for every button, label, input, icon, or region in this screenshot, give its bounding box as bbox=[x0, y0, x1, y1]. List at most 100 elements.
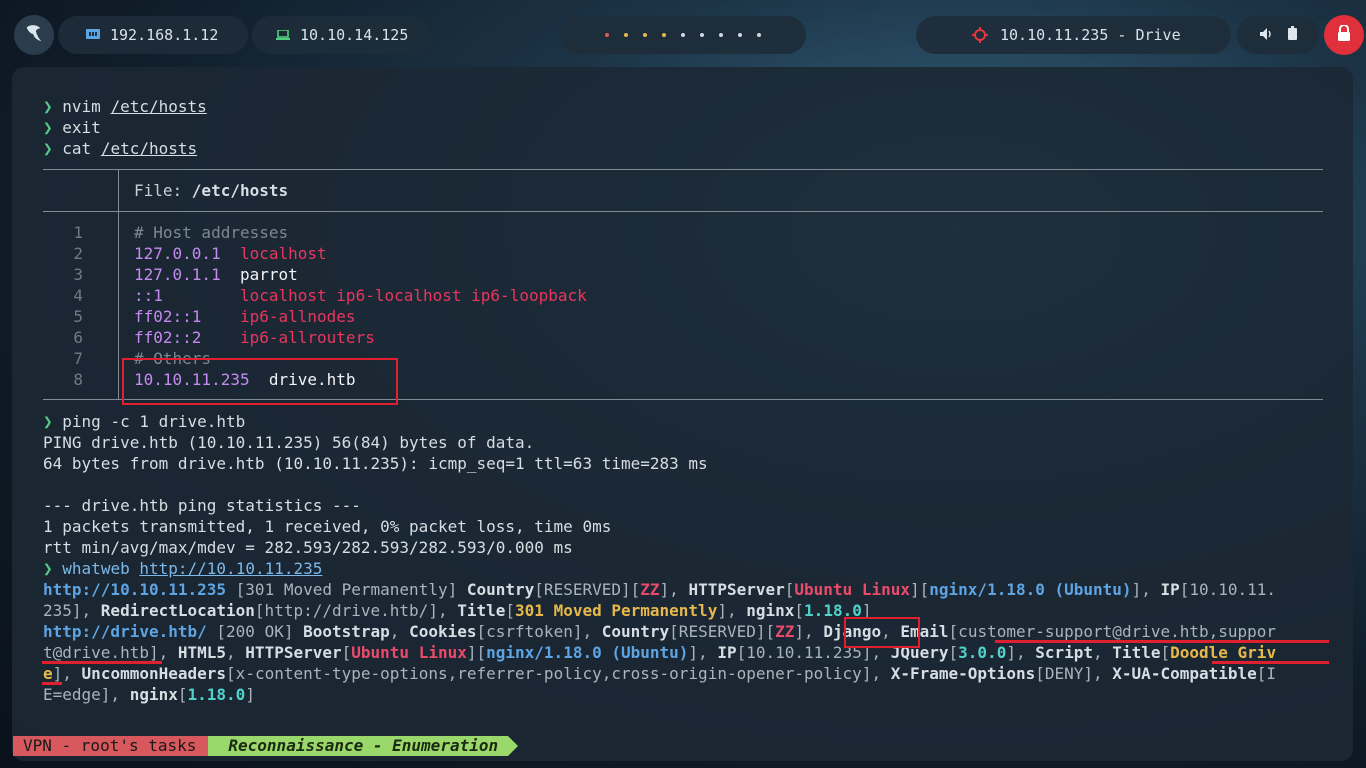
whatweb-line-6: E=edge], nginx[1.18.0] bbox=[43, 685, 255, 704]
terminal-line-whatweb: ❯ whatweb http://10.10.11.235 bbox=[43, 558, 322, 579]
hosts-ip: 127.0.0.1 bbox=[134, 244, 221, 263]
hosts-name: localhost ip6-localhost ip6-loopback bbox=[239, 286, 587, 305]
tmux-status-bar: VPN - root's tasks Reconnaissance - Enum… bbox=[13, 736, 518, 756]
local-ip-indicator[interactable]: 192.168.1.12 bbox=[58, 16, 248, 54]
output-line: 1 packets transmitted, 1 received, 0% pa… bbox=[43, 517, 612, 536]
plugin-nginx: nginx bbox=[746, 601, 795, 620]
command-text: whatweb bbox=[62, 559, 130, 578]
whatweb-line-1: http://10.10.11.235 [301 Moved Permanent… bbox=[43, 580, 1277, 599]
session-name[interactable]: VPN - root's tasks bbox=[13, 736, 219, 756]
plugin-country: Country bbox=[601, 622, 670, 641]
output-line: PING drive.htb (10.10.11.235) 56(84) byt… bbox=[43, 433, 535, 452]
http-status: [200 OK] bbox=[206, 622, 304, 641]
prompt-symbol: ❯ bbox=[43, 412, 53, 431]
plugin-value: nginx/1.18.0 (Ubuntu) bbox=[486, 643, 689, 662]
highlight-box-drive-host bbox=[122, 358, 398, 405]
plugin-value: 3.0.0 bbox=[958, 643, 1007, 662]
workspace-dot-6[interactable] bbox=[700, 33, 704, 37]
hosts-entry: 127.0.0.1 localhost bbox=[134, 243, 327, 264]
plugin-value: E=edge], bbox=[43, 685, 130, 704]
terminal-line-exit: ❯ exit bbox=[43, 117, 101, 138]
workspace-dot-4[interactable] bbox=[662, 33, 666, 37]
bat-file-header: File: /etc/hosts bbox=[134, 180, 288, 201]
plugin-value: Ubuntu Linux bbox=[794, 580, 910, 599]
line-number: 2 bbox=[73, 244, 83, 263]
command-arg: http://10.10.11.235 bbox=[139, 559, 323, 578]
command-text: exit bbox=[62, 118, 101, 137]
plugin-cookies: Cookies bbox=[409, 622, 477, 641]
highlight-box-django bbox=[844, 617, 920, 648]
volume-icon[interactable] bbox=[1259, 26, 1274, 44]
workspace-dot-2[interactable] bbox=[624, 33, 628, 37]
command-text: nvim bbox=[62, 97, 101, 116]
plugin-ip: IP bbox=[717, 643, 737, 662]
vpn-ip-indicator[interactable]: 10.10.14.125 bbox=[252, 16, 430, 54]
prompt-symbol: ❯ bbox=[43, 118, 53, 137]
underline-email-1 bbox=[995, 640, 1329, 643]
hosts-entry: ff02::1 ip6-allnodes bbox=[134, 306, 356, 327]
terminal-line-cat: ❯ cat /etc/hosts bbox=[43, 138, 197, 159]
workspace-dot-8[interactable] bbox=[738, 33, 742, 37]
plugin-country: Country bbox=[466, 580, 535, 599]
hosts-name: localhost bbox=[239, 244, 327, 263]
whatweb-line-4: t@drive.htb], HTML5, HTTPServer[Ubuntu L… bbox=[43, 643, 1277, 662]
hosts-name: parrot bbox=[239, 265, 298, 284]
hosts-name: ip6-allnodes bbox=[239, 307, 356, 326]
plugin-value: [RESERVED][ bbox=[534, 580, 641, 599]
workspace-dot-7[interactable] bbox=[719, 33, 723, 37]
prompt-symbol: ❯ bbox=[43, 139, 53, 158]
target-text: 10.10.11.235 - Drive bbox=[1000, 26, 1181, 44]
file-name: /etc/hosts bbox=[191, 181, 289, 200]
plugin-value: 235], bbox=[43, 601, 101, 620]
workspace-dot-9[interactable] bbox=[757, 33, 761, 37]
workspace-switcher[interactable] bbox=[560, 16, 806, 54]
plugin-value: [csrftoken], bbox=[476, 622, 602, 641]
plugin-title: Title bbox=[457, 601, 506, 620]
hosts-ip: ::1 bbox=[134, 286, 163, 305]
http-status: [301 Moved Permanently] bbox=[226, 580, 467, 599]
plugin-value: [customer-support@drive.htb,suppor bbox=[948, 622, 1277, 641]
parrot-logo-button[interactable] bbox=[14, 15, 54, 55]
command-text: ping -c 1 drive.htb bbox=[62, 412, 246, 431]
power-lock-button[interactable] bbox=[1324, 15, 1364, 55]
output-line: --- drive.htb ping statistics --- bbox=[43, 496, 361, 515]
workspace-dot-1[interactable] bbox=[605, 33, 609, 37]
local-ip-text: 192.168.1.12 bbox=[110, 26, 219, 44]
file-label: File: bbox=[134, 181, 192, 200]
target-indicator[interactable]: 10.10.11.235 - Drive bbox=[916, 16, 1231, 54]
line-number: 6 bbox=[73, 328, 83, 347]
hosts-entry: 127.0.1.1 parrot bbox=[134, 264, 298, 285]
workspace-dot-3[interactable] bbox=[643, 33, 647, 37]
plugin-value: t@drive.htb] bbox=[43, 643, 159, 662]
hosts-entry: # Host addresses bbox=[134, 222, 288, 243]
plugin-ip: IP bbox=[1160, 580, 1180, 599]
whatweb-line-2: 235], RedirectLocation[http://drive.htb/… bbox=[43, 601, 872, 620]
plugin-bootstrap: Bootstrap bbox=[303, 622, 390, 641]
output-line: 64 bytes from drive.htb (10.10.11.235): … bbox=[43, 454, 708, 473]
plugin-value: [DENY], bbox=[1035, 664, 1113, 683]
window-name[interactable]: Reconnaissance - Enumeration bbox=[208, 736, 518, 756]
workspace-dot-5[interactable] bbox=[681, 33, 685, 37]
system-tray bbox=[1237, 16, 1319, 54]
command-arg: /etc/hosts bbox=[100, 139, 198, 158]
plugin-value: Ubuntu Linux bbox=[351, 643, 467, 662]
plugin-xua: X-UA-Compatible bbox=[1112, 664, 1257, 683]
bat-divider-top bbox=[43, 169, 1323, 170]
plugin-value: 1.18.0 bbox=[187, 685, 246, 704]
battery-icon[interactable] bbox=[1287, 26, 1297, 44]
underline-email-2 bbox=[42, 661, 162, 664]
plugin-value: 301 Moved Permanently bbox=[515, 601, 718, 620]
whatweb-url: http://10.10.11.235 bbox=[43, 580, 227, 599]
plugin-httpserver: HTTPServer bbox=[245, 643, 342, 662]
line-number: 3 bbox=[73, 265, 83, 284]
plugin-script: Script bbox=[1035, 643, 1094, 662]
plugin-redirect: RedirectLocation bbox=[100, 601, 255, 620]
prompt-symbol: ❯ bbox=[43, 559, 53, 578]
hosts-entry: ff02::2 ip6-allrouters bbox=[134, 327, 375, 348]
terminal-line-ping: ❯ ping -c 1 drive.htb bbox=[43, 411, 245, 432]
bat-gutter-header bbox=[118, 170, 119, 212]
plugin-value: [http://drive.htb/], bbox=[254, 601, 458, 620]
plugin-value: [I bbox=[1256, 664, 1277, 683]
line-number: 4 bbox=[73, 286, 83, 305]
lock-icon bbox=[1337, 24, 1351, 45]
